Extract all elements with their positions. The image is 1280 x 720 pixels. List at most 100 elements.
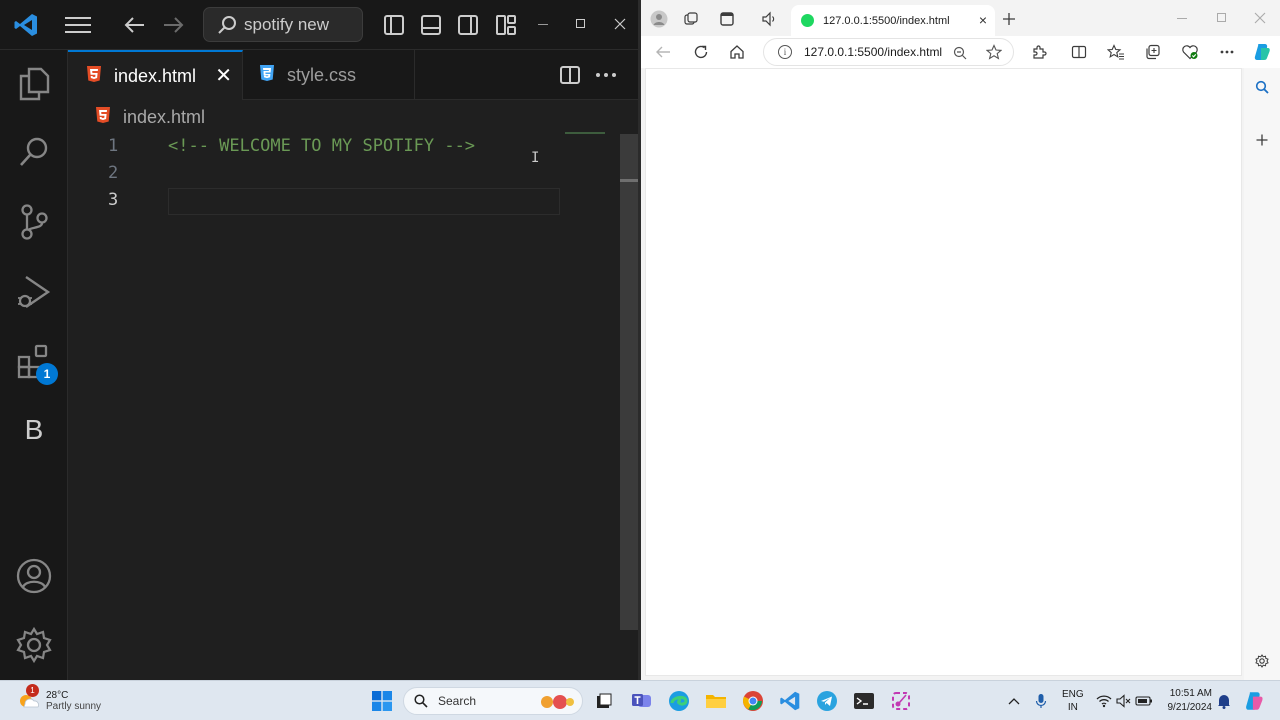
address-text: 127.0.0.1:5500/index.html: [804, 45, 943, 59]
scrollbar-thumb[interactable]: [620, 179, 638, 182]
taskbar-search[interactable]: Search: [403, 687, 583, 715]
back-arrow-icon[interactable]: [122, 12, 148, 38]
favorite-star-icon[interactable]: [985, 43, 1003, 61]
run-debug-icon[interactable]: [14, 272, 54, 312]
split-editor-icon[interactable]: [558, 63, 582, 87]
minimize-icon[interactable]: [534, 14, 554, 34]
edge-tabstrip: 127.0.0.1:5500/index.html ×: [641, 0, 1280, 36]
vscode-window: spotify new 1 B index.html ✕ style.css i…: [0, 0, 640, 680]
close-window-icon[interactable]: [610, 14, 630, 34]
region-code: IN: [1067, 702, 1078, 713]
edge-maximize-icon[interactable]: [1212, 8, 1232, 28]
zoom-icon[interactable]: [951, 44, 969, 62]
extensions-puzzle-icon[interactable]: [1029, 42, 1049, 62]
search-highlight-icon: [541, 695, 574, 709]
split-screen-icon[interactable]: [1069, 42, 1089, 62]
language-indicator[interactable]: ENG IN: [1062, 688, 1084, 714]
edge-back-icon[interactable]: [653, 42, 673, 62]
address-bar[interactable]: i 127.0.0.1:5500/index.html: [763, 38, 1014, 66]
breadcrumb[interactable]: index.html: [95, 105, 205, 130]
telegram-icon[interactable]: [815, 689, 839, 713]
explorer-icon[interactable]: [14, 64, 54, 104]
windows-taskbar: 1 28°C Partly sunny Search ENG IN 10:51 …: [0, 680, 1280, 720]
html5-icon: [86, 65, 102, 88]
more-actions-icon[interactable]: [594, 63, 618, 87]
system-clock[interactable]: 10:51 AM 9/21/2024: [1160, 687, 1213, 715]
activity-bar: 1 B: [0, 50, 68, 680]
favorites-icon[interactable]: [1106, 42, 1126, 62]
line-number: 2: [108, 163, 119, 183]
b-extension-icon[interactable]: B: [14, 410, 54, 450]
teams-icon[interactable]: [630, 689, 654, 713]
refresh-icon[interactable]: [691, 42, 711, 62]
home-icon[interactable]: [727, 42, 747, 62]
search-icon: [218, 15, 236, 34]
task-view-icon[interactable]: [592, 689, 616, 713]
copilot-icon[interactable]: [1251, 41, 1273, 63]
edge-close-window-icon[interactable]: [1250, 8, 1270, 28]
clock-time: 10:51 AM: [1169, 688, 1212, 699]
maximize-icon[interactable]: [571, 14, 591, 34]
tab-style-css[interactable]: style.css: [243, 50, 415, 100]
windows-start-icon[interactable]: [370, 689, 394, 713]
edge-minimize-icon[interactable]: [1173, 8, 1193, 28]
edge-sidebar: [1244, 68, 1280, 680]
terminal-icon[interactable]: [852, 689, 876, 713]
sidebar-add-icon[interactable]: [1253, 131, 1271, 149]
toggle-primary-sidebar-icon[interactable]: [382, 13, 406, 37]
current-line-highlight: [168, 188, 560, 215]
copilot-taskbar-icon[interactable]: [1242, 689, 1266, 713]
sidebar-settings-icon[interactable]: [1253, 652, 1271, 670]
line-number: 3: [108, 190, 119, 210]
customize-layout-icon[interactable]: [494, 13, 518, 37]
new-tab-icon[interactable]: [999, 9, 1019, 29]
edge-tab-active[interactable]: 127.0.0.1:5500/index.html ×: [791, 5, 995, 36]
html5-icon: [95, 106, 111, 129]
source-control-icon[interactable]: [14, 202, 54, 242]
browser-essentials-icon[interactable]: [1180, 42, 1200, 62]
edge-taskbar-icon[interactable]: [667, 689, 691, 713]
vscode-titlebar: spotify new: [0, 0, 640, 50]
forward-arrow-icon[interactable]: [160, 12, 186, 38]
vscode-taskbar-icon[interactable]: [778, 689, 802, 713]
file-explorer-icon[interactable]: [704, 689, 728, 713]
toggle-panel-icon[interactable]: [419, 13, 443, 37]
search-sidebar-icon[interactable]: [14, 132, 54, 172]
clock-date: 9/21/2024: [1167, 702, 1213, 713]
chrome-icon[interactable]: [741, 689, 765, 713]
tab-close-icon[interactable]: ✕: [215, 66, 232, 86]
weather-badge: 1: [26, 684, 39, 697]
tab-audio-icon[interactable]: [759, 9, 779, 29]
notification-bell-icon[interactable]: [1212, 689, 1236, 713]
extensions-badge: 1: [36, 363, 58, 385]
tab-label: index.html: [114, 65, 197, 86]
page-viewport[interactable]: [645, 68, 1242, 676]
microphone-icon[interactable]: [1029, 689, 1053, 713]
tab-index-html[interactable]: index.html ✕: [68, 50, 243, 100]
profile-icon[interactable]: [649, 9, 669, 29]
tab-actions-icon[interactable]: [717, 9, 737, 29]
weather-widget[interactable]: 1 28°C Partly sunny: [16, 684, 101, 717]
battery-icon[interactable]: [1132, 689, 1156, 713]
code-editor[interactable]: 1 2 3 <!-- WELCOME TO MY SPOTIFY --> I: [68, 132, 640, 680]
site-info-icon[interactable]: i: [778, 45, 792, 59]
settings-gear-icon[interactable]: [14, 625, 54, 665]
weather-temperature: 28°C: [46, 690, 69, 701]
workspaces-icon[interactable]: [681, 9, 701, 29]
edge-tab-close-icon[interactable]: ×: [979, 12, 987, 28]
command-center-text: spotify new: [244, 14, 330, 34]
menu-icon[interactable]: [64, 12, 92, 38]
collections-icon[interactable]: [1143, 42, 1163, 62]
language-code: ENG: [1062, 689, 1084, 700]
editor-scrollbar[interactable]: [620, 134, 638, 630]
snipping-tool-icon[interactable]: [889, 689, 913, 713]
minimap[interactable]: [565, 132, 605, 134]
toggle-secondary-sidebar-icon[interactable]: [456, 13, 480, 37]
text-cursor-icon: I: [531, 150, 540, 166]
settings-more-icon[interactable]: [1217, 42, 1237, 62]
account-icon[interactable]: [14, 556, 54, 596]
editor-tabbar: index.html ✕ style.css: [68, 50, 640, 100]
sidebar-search-icon[interactable]: [1253, 78, 1271, 96]
command-center-search[interactable]: spotify new: [203, 7, 363, 42]
show-hidden-icons-chevron-icon[interactable]: [1002, 689, 1026, 713]
